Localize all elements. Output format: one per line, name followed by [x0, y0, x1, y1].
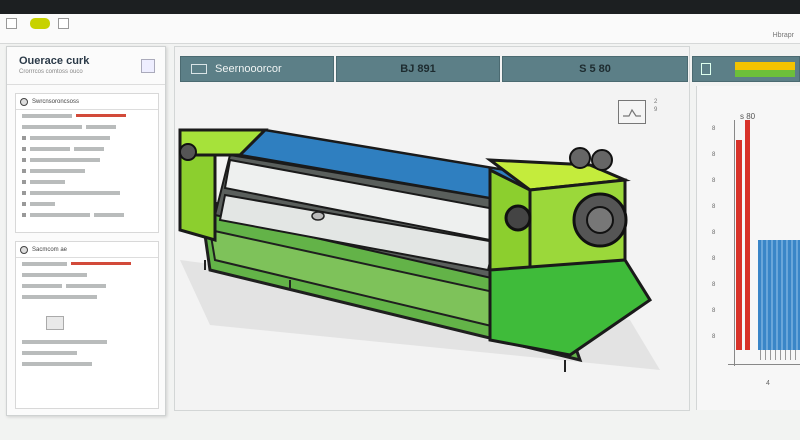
chart-bar-blue — [758, 240, 800, 350]
list-item[interactable] — [16, 336, 158, 347]
list-item[interactable] — [16, 358, 158, 369]
list-item[interactable] — [16, 258, 158, 269]
roller-machine-illustration — [178, 128, 660, 372]
top-knob-icon — [591, 149, 613, 171]
header-tab-2[interactable]: BJ 891 — [336, 56, 500, 82]
document-icon[interactable] — [141, 59, 155, 73]
sidebar-header: Ouerace curk Crorrrcos comtoss ouco — [7, 47, 165, 85]
y-tick-label: 8 — [712, 204, 716, 210]
thumbnail-icon[interactable] — [46, 316, 64, 330]
brand-logo — [30, 18, 50, 29]
detail-panel: Sacmcom ae — [15, 241, 159, 409]
screen-bezel — [0, 0, 800, 14]
list-item[interactable] — [16, 269, 158, 280]
y-tick-label: 8 — [712, 152, 716, 158]
list-item[interactable] — [16, 291, 158, 302]
status-panel: Swrcnsoroncsoss — [15, 93, 159, 233]
detail-panel-title: Sacmcom ae — [32, 246, 68, 253]
y-tick-label: 8 — [712, 334, 716, 340]
status-panel-header[interactable]: Swrcnsoroncsoss — [16, 94, 158, 110]
roller-knob-icon — [311, 211, 325, 221]
top-knob-icon — [569, 147, 591, 169]
display-icon — [191, 64, 207, 74]
header-tab-2-label: BJ 891 — [400, 63, 436, 75]
list-item[interactable] — [16, 121, 158, 132]
status-dot-icon — [20, 97, 28, 106]
right-bolt-icon — [504, 204, 532, 232]
corner-label: Hbrapr — [772, 32, 794, 39]
list-item[interactable] — [16, 198, 158, 209]
chart-x-axis — [728, 364, 800, 365]
list-item[interactable] — [16, 165, 158, 176]
list-item[interactable] — [16, 154, 158, 165]
y-tick-label: 8 — [712, 256, 716, 262]
header-tab-3[interactable]: S 5 80 — [502, 56, 688, 82]
y-tick-label: 8 — [712, 230, 716, 236]
list-item[interactable] — [16, 143, 158, 154]
sidebar: Ouerace curk Crorrrcos comtoss ouco Swrc… — [6, 46, 166, 416]
window-icon[interactable] — [6, 18, 17, 29]
app-title: Ouerace curk — [19, 55, 90, 67]
left-bolt-icon — [179, 143, 197, 161]
chart-x-ticks — [760, 350, 800, 360]
x-axis-label: 4 — [766, 380, 770, 387]
app-subtitle: Crorrrcos comtoss ouco — [19, 69, 83, 75]
list-item[interactable] — [16, 209, 158, 220]
y-tick-label: 8 — [712, 126, 716, 132]
left-frame — [178, 153, 217, 242]
panel-title: Swrcnsoroncsoss — [32, 98, 80, 105]
list-item[interactable] — [16, 132, 158, 143]
y-tick-label: 8 — [712, 282, 716, 288]
header-tab-1-label: Seernooorcor — [215, 63, 282, 75]
status-bar-yellow — [735, 62, 795, 70]
detail-panel-header[interactable]: Sacmcom ae — [16, 242, 158, 258]
alert-icon — [701, 63, 711, 75]
chart-bar-red — [736, 140, 742, 350]
header-tab-3-label: S 5 80 — [579, 63, 611, 75]
status-bar-green — [735, 70, 795, 77]
y-tick-label: 8 — [712, 308, 716, 314]
menu-icon[interactable] — [58, 18, 69, 29]
top-toolbar: Hbrapr — [0, 14, 800, 44]
status-header — [692, 56, 800, 82]
header-tab-1[interactable]: Seernooorcor — [180, 56, 334, 82]
y-tick-label: 8 — [712, 178, 716, 184]
list-item[interactable] — [16, 187, 158, 198]
list-item[interactable] — [16, 347, 158, 358]
list-item[interactable] — [16, 176, 158, 187]
chart-bar-red — [745, 120, 750, 350]
list-item[interactable] — [16, 110, 158, 121]
chart-y-axis — [734, 120, 735, 366]
detail-dot-icon — [20, 245, 28, 254]
list-item[interactable] — [16, 280, 158, 291]
